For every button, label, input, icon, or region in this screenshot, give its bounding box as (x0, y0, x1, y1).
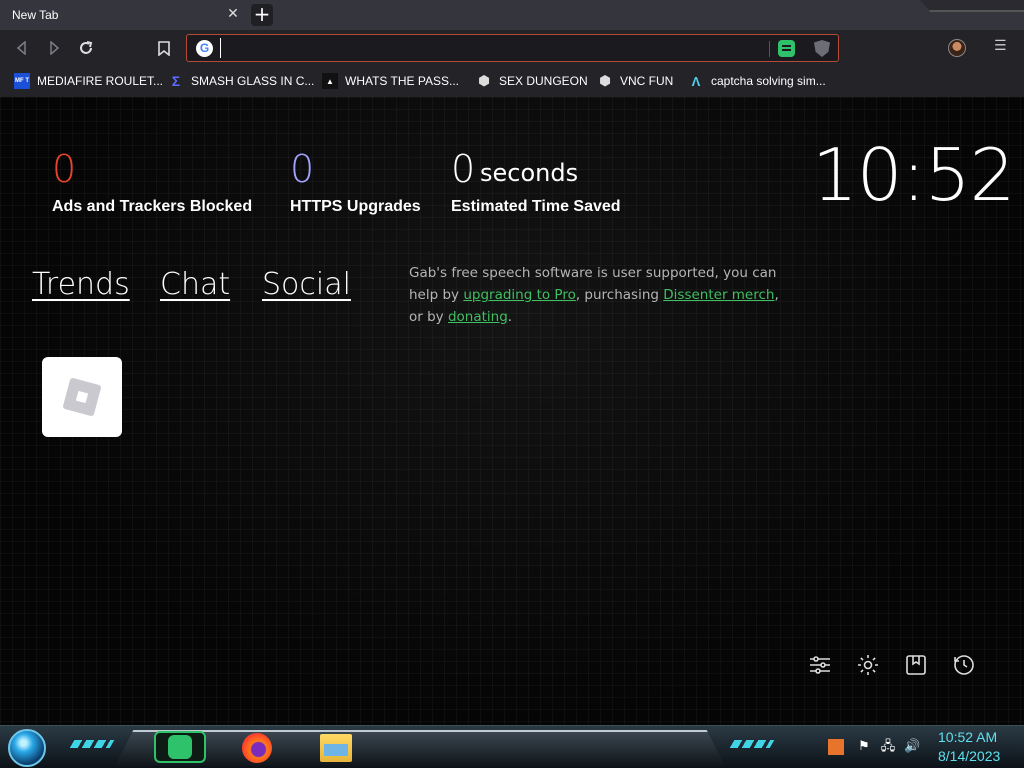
profile-avatar[interactable] (948, 39, 966, 57)
bookmark-label: MEDIAFIRE ROULET... (37, 74, 164, 88)
bookmark-item[interactable]: ▲ WHATS THE PASS... (322, 71, 459, 91)
upgrade-pro-link[interactable]: upgrading to Pro (463, 287, 576, 303)
https-upgrades-count: 0 (290, 147, 315, 191)
taskbar-time[interactable]: 10:52 AM (938, 729, 997, 745)
reload-icon[interactable] (76, 38, 96, 58)
java-icon[interactable] (828, 739, 844, 755)
url-divider (769, 41, 770, 57)
back-icon[interactable] (12, 38, 32, 58)
network-icon[interactable]: 🖧 (880, 739, 896, 755)
gear-icon[interactable] (856, 653, 882, 679)
chat-extension-icon[interactable] (778, 40, 795, 57)
taskbar-chat-app[interactable] (154, 731, 206, 763)
mediafire-icon: MF T (14, 73, 30, 89)
taskbar: ⚑ 🖧 🔊 10:52 AM 8/14/2023 (0, 725, 1024, 768)
window-frame-decoration (920, 0, 1024, 12)
file-explorer-icon[interactable] (320, 734, 352, 762)
clock: 10:52 (812, 133, 1015, 217)
bookmark-item[interactable]: MF T MEDIAFIRE ROULET... (14, 71, 163, 91)
volume-icon[interactable]: 🔊 (904, 739, 920, 755)
ads-blocked-count: 0 (52, 147, 77, 191)
new-tab-button[interactable]: + (251, 4, 273, 26)
start-button[interactable] (8, 729, 46, 767)
bookmarks-bar: MF T MEDIAFIRE ROULET... Σ SMASH GLASS I… (0, 66, 1024, 97)
menu-icon[interactable]: ☰ (994, 39, 1008, 53)
bookmark-item[interactable]: ⬢ VNC FUN (597, 71, 673, 91)
close-icon[interactable]: ✕ (226, 7, 240, 21)
browser-toolbar: G ☰ (0, 30, 1024, 66)
bookmark-label: captcha solving sim... (711, 74, 826, 88)
support-text: . (507, 309, 513, 325)
time-saved-count: 0 (451, 147, 476, 191)
time-saved-unit: seconds (480, 159, 579, 187)
bookmark-item[interactable]: Λ captcha solving sim... (688, 71, 826, 91)
bookmark-page-icon[interactable] (154, 38, 174, 58)
support-text: , purchasing (575, 287, 664, 303)
chat-app-icon (168, 735, 192, 759)
taskbar-decoration (69, 740, 115, 748)
taskbar-date[interactable]: 8/14/2023 (938, 748, 1000, 764)
tab-new-tab[interactable]: New Tab ✕ (0, 0, 247, 30)
sliders-icon[interactable] (808, 653, 834, 679)
address-bar[interactable]: G (186, 34, 839, 62)
tab-strip: New Tab ✕ + (0, 0, 1024, 30)
cube-icon: ⬢ (478, 73, 490, 88)
flag-icon[interactable]: ⚑ (856, 739, 872, 755)
top-site-tile-roblox[interactable] (42, 357, 122, 437)
bookmark-icon[interactable] (904, 653, 930, 679)
donating-link[interactable]: donating (448, 309, 508, 325)
taskbar-dock (115, 730, 725, 766)
tab-title: New Tab (12, 8, 59, 22)
bookmark-label: VNC FUN (620, 74, 674, 88)
chat-link[interactable]: Chat (160, 267, 230, 302)
forward-icon[interactable] (44, 38, 64, 58)
google-icon: G (196, 40, 213, 57)
sigma-icon: Σ (171, 73, 181, 89)
taskbar-decoration (729, 740, 775, 748)
bookmark-item[interactable]: ⬢ SEX DUNGEON (476, 71, 588, 91)
history-icon[interactable] (952, 653, 978, 679)
bookmark-label: WHATS THE PASS... (345, 74, 460, 88)
https-upgrades-label: HTTPS Upgrades (290, 198, 421, 215)
dissenter-merch-link[interactable]: Dissenter merch (663, 287, 774, 303)
new-tab-page: 0 Ads and Trackers Blocked 0 HTTPS Upgra… (0, 97, 1024, 725)
bookmark-label: SMASH GLASS IN C... (191, 74, 315, 88)
lambda-icon: Λ (691, 73, 701, 89)
social-link[interactable]: Social (262, 267, 351, 302)
ads-blocked-label: Ads and Trackers Blocked (52, 198, 253, 215)
site-icon: ▲ (322, 73, 338, 89)
gab-support-text: Gab's free speech software is user suppo… (409, 262, 789, 328)
bookmark-item[interactable]: Σ SMASH GLASS IN C... (168, 71, 315, 91)
time-saved-label: Estimated Time Saved (451, 198, 621, 215)
roblox-icon (62, 377, 102, 417)
bookmark-label: SEX DUNGEON (499, 74, 588, 88)
cube-icon: ⬢ (599, 73, 611, 88)
shield-icon[interactable] (814, 40, 830, 57)
trends-link[interactable]: Trends (32, 267, 130, 302)
firefox-icon[interactable] (242, 733, 272, 763)
url-input[interactable] (220, 38, 760, 58)
